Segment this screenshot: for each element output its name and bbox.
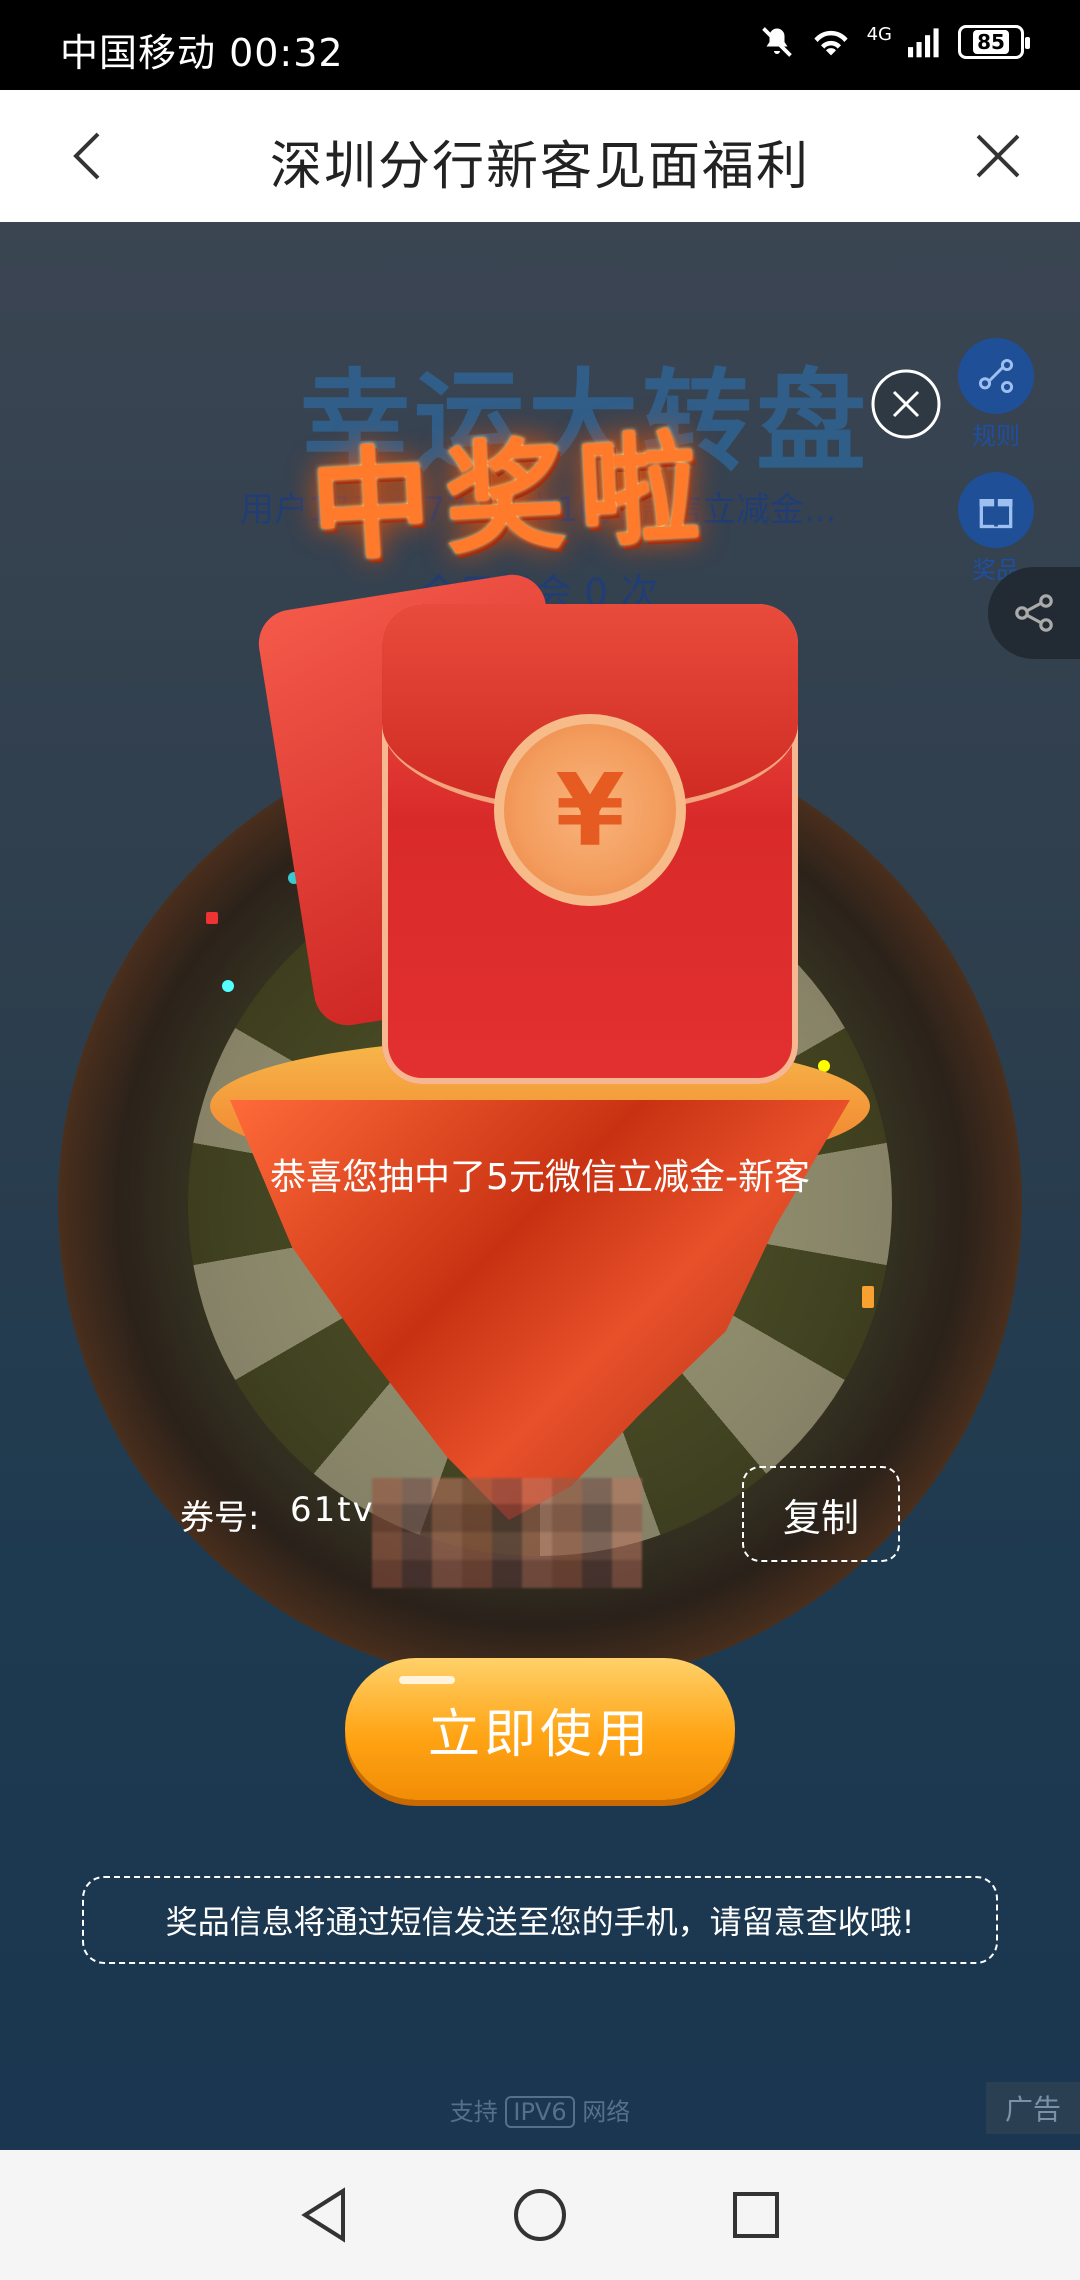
gift-icon xyxy=(958,472,1034,548)
rules-button[interactable]: 规则 xyxy=(958,338,1034,451)
page-title: 深圳分行新客见面福利 xyxy=(269,137,810,197)
wifi-icon xyxy=(813,30,848,56)
red-envelope: ¥ xyxy=(382,604,798,1084)
ipv6-suffix: 网络 xyxy=(582,2098,631,2126)
battery-level: 85 xyxy=(973,30,1009,54)
carrier-time: 中国移动 00:32 xyxy=(60,31,344,75)
copy-button[interactable]: 复制 xyxy=(742,1466,900,1562)
close-button[interactable] xyxy=(970,128,1026,184)
coupon-code: 61tv xyxy=(290,1490,375,1530)
share-nodes-icon xyxy=(958,338,1034,414)
network-type: 4G xyxy=(866,24,892,45)
ipv6-prefix: 支持 xyxy=(449,2098,498,2126)
triangle-back-icon xyxy=(301,2187,345,2243)
ad-label: 广告 xyxy=(986,2082,1080,2134)
status-icons: 4G 85 xyxy=(759,24,1030,60)
nav-home-button[interactable] xyxy=(507,2182,573,2248)
nav-back-button[interactable] xyxy=(291,2182,357,2248)
ipv6-support: 支持 IPV6 网络 xyxy=(0,2092,1080,2128)
circle-home-icon xyxy=(514,2189,566,2241)
app-header: 深圳分行新客见面福利 xyxy=(0,90,1080,222)
signal-icon xyxy=(908,28,939,58)
nav-recents-button[interactable] xyxy=(723,2182,789,2248)
share-icon xyxy=(1015,594,1053,632)
button-highlight xyxy=(399,1676,455,1684)
sms-notice: 奖品信息将通过短信发送至您的手机，请留意查收哦! xyxy=(82,1876,998,1964)
battery-icon: 85 xyxy=(958,25,1030,59)
congrats-text: 恭喜您抽中了5元微信立减金-新客 xyxy=(270,1157,810,1198)
system-nav-bar xyxy=(0,2150,1080,2280)
use-now-label: 立即使用 xyxy=(427,1704,652,1765)
win-title: 中奖啦 xyxy=(307,418,716,579)
square-recents-icon xyxy=(733,2192,779,2238)
confetti xyxy=(206,912,218,924)
popup-close-button[interactable] xyxy=(870,368,942,440)
confetti xyxy=(222,980,234,992)
use-now-button[interactable]: 立即使用 xyxy=(345,1658,735,1800)
share-button[interactable] xyxy=(988,567,1080,659)
coupon-label: 券号: xyxy=(180,1498,260,1538)
yuan-coin-icon: ¥ xyxy=(494,714,686,906)
status-bar: 中国移动 00:32 4G 85 xyxy=(0,0,1080,90)
rules-label: 规则 xyxy=(972,422,1020,450)
mute-bell-icon xyxy=(761,27,792,57)
confetti xyxy=(862,1286,874,1308)
coupon-code-mosaic xyxy=(372,1478,642,1588)
ipv6-badge: IPV6 xyxy=(505,2096,575,2128)
